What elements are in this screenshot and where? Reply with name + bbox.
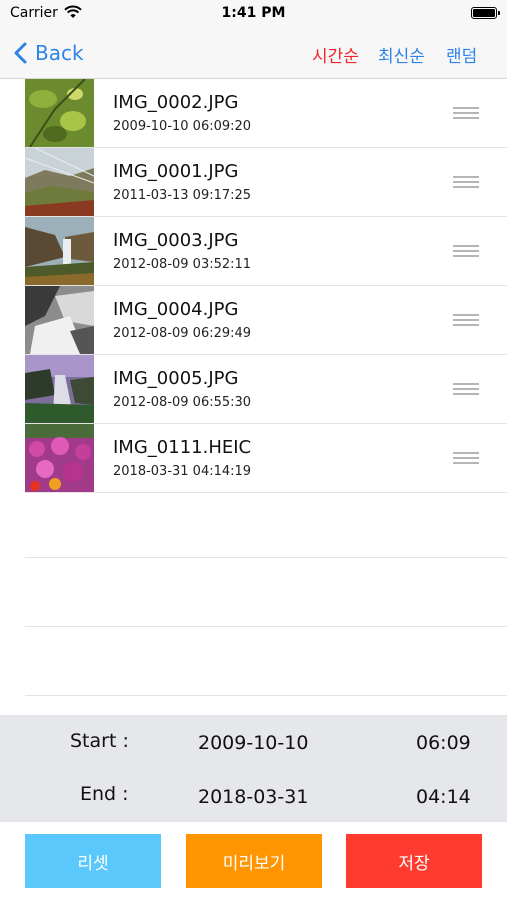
action-bar: 리셋 미리보기 저장 <box>0 822 507 900</box>
photo-date: 2018-03-31 04:14:19 <box>113 464 252 479</box>
reorder-handle-icon[interactable] <box>453 314 479 326</box>
status-bar: Carrier 1:41 PM <box>0 0 507 28</box>
photo-row[interactable]: IMG_0004.JPG 2012-08-09 06:29:49 <box>25 286 507 355</box>
photo-date: 2012-08-09 06:55:30 <box>113 395 252 410</box>
start-time-value[interactable]: 06:09 <box>416 732 471 754</box>
reorder-handle-icon[interactable] <box>453 107 479 119</box>
photo-date: 2012-08-09 06:29:49 <box>113 326 252 341</box>
reorder-handle-icon[interactable] <box>453 383 479 395</box>
save-button[interactable]: 저장 <box>346 834 482 888</box>
photo-filename: IMG_0002.JPG <box>113 92 239 113</box>
photo-thumbnail <box>25 286 94 354</box>
photo-thumbnail <box>25 424 94 492</box>
chevron-left-icon <box>14 42 27 64</box>
back-button[interactable]: Back <box>14 38 84 68</box>
photo-row[interactable]: IMG_0003.JPG 2012-08-09 03:52:11 <box>25 217 507 286</box>
photo-filename: IMG_0005.JPG <box>113 368 239 389</box>
photo-row[interactable]: IMG_0111.HEIC 2018-03-31 04:14:19 <box>25 424 507 493</box>
photo-date: 2011-03-13 09:17:25 <box>113 188 252 203</box>
end-date-value[interactable]: 2018-03-31 <box>198 786 308 808</box>
start-label: Start : <box>70 730 129 752</box>
end-label: End : <box>80 783 129 805</box>
navigation-bar: Back 시간순 최신순 랜덤 <box>0 28 507 79</box>
photo-filename: IMG_0003.JPG <box>113 230 239 251</box>
reset-button[interactable]: 리셋 <box>25 834 161 888</box>
photo-filename: IMG_0001.JPG <box>113 161 239 182</box>
photo-list[interactable]: IMG_0002.JPG 2009-10-10 06:09:20 IMG_000… <box>0 79 507 715</box>
photo-filename: IMG_0111.HEIC <box>113 437 252 458</box>
clock: 1:41 PM <box>221 5 286 21</box>
reorder-handle-icon[interactable] <box>453 245 479 257</box>
back-label: Back <box>35 41 84 65</box>
reorder-handle-icon[interactable] <box>453 176 479 188</box>
start-date-value[interactable]: 2009-10-10 <box>198 732 308 754</box>
sort-by-newest-button[interactable]: 최신순 <box>378 42 425 67</box>
sort-by-time-button[interactable]: 시간순 <box>312 42 359 67</box>
photo-filename: IMG_0004.JPG <box>113 299 239 320</box>
photo-thumbnail <box>25 148 94 216</box>
photo-thumbnail <box>25 217 94 285</box>
reorder-handle-icon[interactable] <box>453 452 479 464</box>
empty-row-divider <box>25 626 507 627</box>
photo-thumbnail <box>25 79 94 147</box>
photo-row[interactable]: IMG_0002.JPG 2009-10-10 06:09:20 <box>25 79 507 148</box>
date-range-panel: Start : 2009-10-10 06:09 End : 2018-03-3… <box>0 715 507 822</box>
empty-row-divider <box>25 695 507 696</box>
empty-row-divider <box>25 557 507 558</box>
photo-row[interactable]: IMG_0005.JPG 2012-08-09 06:55:30 <box>25 355 507 424</box>
photo-date: 2012-08-09 03:52:11 <box>113 257 252 272</box>
photo-date: 2009-10-10 06:09:20 <box>113 119 252 134</box>
end-time-value[interactable]: 04:14 <box>416 786 471 808</box>
sort-random-button[interactable]: 랜덤 <box>446 42 477 67</box>
preview-button[interactable]: 미리보기 <box>186 834 322 888</box>
photo-row[interactable]: IMG_0001.JPG 2011-03-13 09:17:25 <box>25 148 507 217</box>
battery-icon <box>471 7 500 19</box>
photo-thumbnail <box>25 355 94 423</box>
